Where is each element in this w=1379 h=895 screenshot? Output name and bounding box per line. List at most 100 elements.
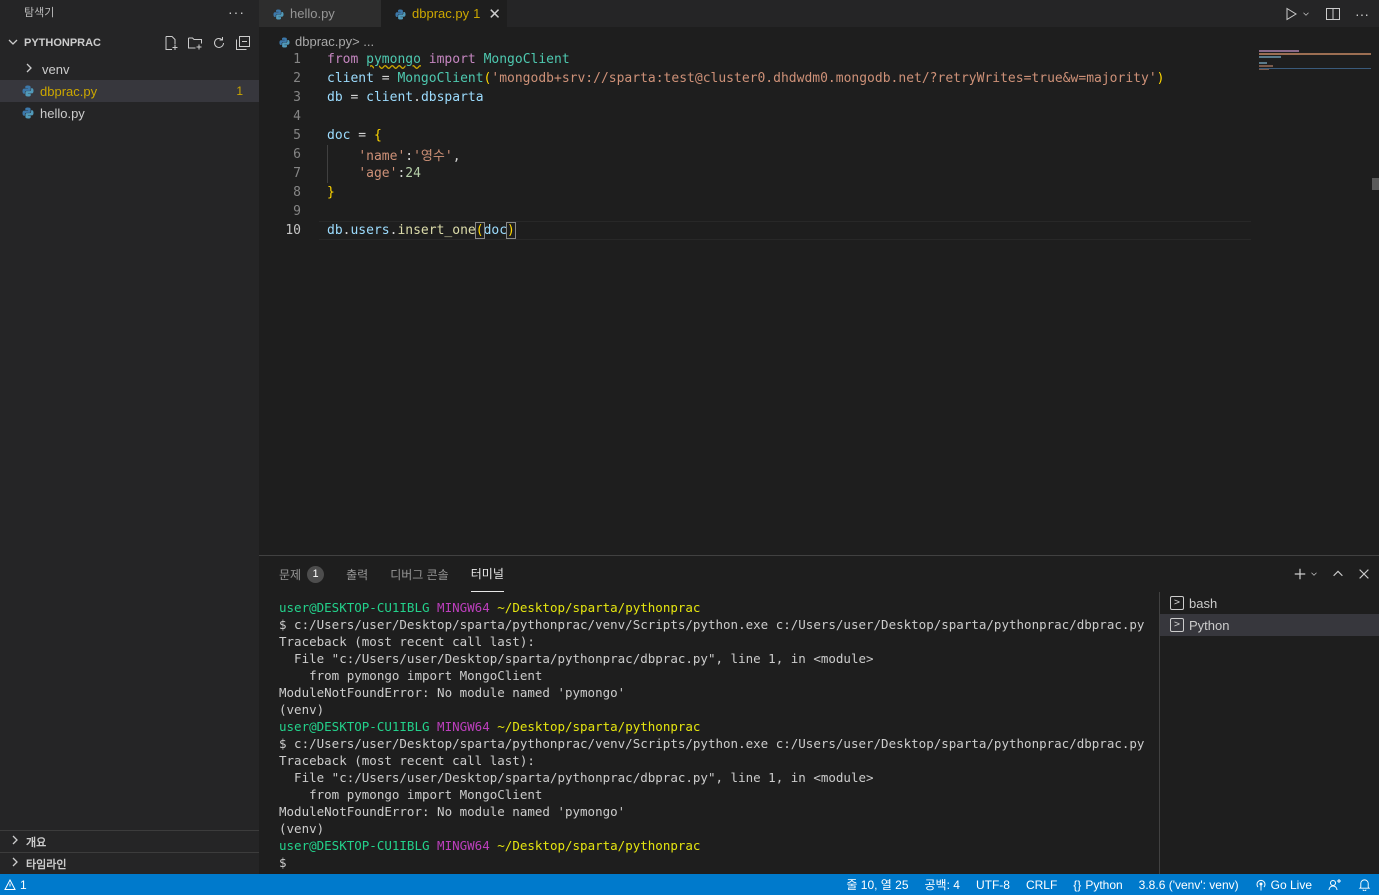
- terminal-name: bash: [1189, 595, 1218, 611]
- code-line: 2 client = MongoClient('mongodb+srv://sp…: [259, 69, 1359, 88]
- prompt-user: user@DESKTOP-CU1IBLG: [279, 838, 430, 853]
- close-icon[interactable]: ✕: [488, 5, 501, 23]
- minimap-line: [1259, 53, 1371, 55]
- tab-label: hello.py: [290, 6, 335, 21]
- terminal-prompt-line: user@DESKTOP-CU1IBLG MINGW64 ~/Desktop/s…: [279, 600, 1159, 617]
- code-text: client = MongoClient('mongodb+srv://spar…: [327, 71, 1165, 86]
- line-number: 10: [285, 223, 301, 238]
- terminal-output[interactable]: user@DESKTOP-CU1IBLG MINGW64 ~/Desktop/s…: [279, 600, 1159, 872]
- new-terminal-icon[interactable]: [1293, 567, 1307, 581]
- go-live-button[interactable]: Go Live: [1247, 878, 1320, 892]
- prompt-path: ~/Desktop/sparta/pythonprac: [497, 838, 701, 853]
- problems-count-badge: 1: [307, 565, 325, 583]
- encoding[interactable]: UTF-8: [968, 878, 1018, 892]
- tree-item-label: dbprac.py: [40, 83, 98, 99]
- timeline-section[interactable]: 타임라인: [0, 852, 259, 874]
- indentation[interactable]: 공백: 4: [917, 876, 968, 893]
- prompt-env: MINGW64: [437, 600, 490, 615]
- chevron-right-icon: [10, 835, 20, 848]
- terminal-item-bash[interactable]: > bash: [1160, 592, 1379, 614]
- minimap-viewport: [1259, 68, 1371, 69]
- terminal-icon: >: [1170, 618, 1184, 632]
- outline-section[interactable]: 개요: [0, 830, 259, 852]
- editor-scrollbar[interactable]: [1372, 178, 1379, 190]
- code-line: 5 doc = {: [259, 126, 1359, 145]
- problems-status[interactable]: 1: [0, 878, 27, 892]
- breadcrumb-separator[interactable]: > ...: [352, 34, 374, 49]
- tab-terminal[interactable]: 터미널: [470, 556, 504, 592]
- chevron-down-icon[interactable]: [1309, 567, 1319, 581]
- terminal-line: ModuleNotFoundError: No module named 'py…: [279, 804, 626, 819]
- python-interpreter[interactable]: 3.8.6 ('venv': venv): [1131, 878, 1247, 892]
- breadcrumb[interactable]: dbprac.py > ...: [259, 30, 374, 52]
- line-number: 6: [293, 147, 301, 162]
- code-editor[interactable]: 1 from pymongo import MongoClient 2 clie…: [259, 50, 1359, 550]
- line-number: 1: [293, 52, 301, 67]
- line-number: 3: [293, 90, 301, 105]
- end-of-line[interactable]: CRLF: [1018, 878, 1065, 892]
- terminal-line: (venv): [279, 702, 325, 717]
- split-editor-icon[interactable]: [1325, 6, 1341, 22]
- timeline-label: 타임라인: [26, 858, 67, 871]
- code-text: 'age':24: [358, 166, 421, 181]
- code-line: 6 'name':'영수',: [259, 145, 1359, 164]
- tab-label: 디버그 콘솔: [390, 567, 449, 582]
- tab-dbprac-py[interactable]: dbprac.py 1 ✕: [381, 0, 507, 27]
- close-panel-icon[interactable]: [1357, 567, 1371, 581]
- terminal-prompt-line: user@DESKTOP-CU1IBLG MINGW64 ~/Desktop/s…: [279, 719, 1159, 736]
- prompt-path: ~/Desktop/sparta/pythonprac: [497, 600, 701, 615]
- minimap-line: [1259, 50, 1299, 52]
- tree-item-venv[interactable]: venv: [0, 58, 259, 80]
- code-text: from pymongo import MongoClient: [327, 52, 570, 67]
- notifications-bell-icon[interactable]: [1350, 878, 1379, 891]
- terminal-name: Python: [1189, 617, 1230, 633]
- chevron-right-icon: [10, 857, 20, 870]
- tab-hello-py[interactable]: hello.py: [259, 0, 381, 27]
- code-text: db.users.insert_one(doc): [327, 222, 516, 239]
- cursor-position[interactable]: 줄 10, 열 25: [838, 876, 916, 893]
- panel-tabs: 문제 1 출력 디버그 콘솔 터미널: [259, 556, 1379, 592]
- code-text: db = client.dbsparta: [327, 90, 484, 105]
- feedback-icon[interactable]: [1320, 878, 1350, 892]
- collapse-all-icon[interactable]: [235, 35, 251, 51]
- python-file-icon: [22, 107, 34, 119]
- breadcrumb-file[interactable]: dbprac.py: [295, 34, 352, 49]
- tab-output[interactable]: 출력: [346, 556, 368, 592]
- tab-problems[interactable]: 문제 1: [279, 556, 325, 592]
- new-file-icon[interactable]: [163, 35, 179, 51]
- problems-count: 1: [20, 877, 27, 892]
- explorer-title: 탐색기: [24, 7, 55, 19]
- code-line: 3 db = client.dbsparta: [259, 88, 1359, 107]
- maximize-panel-icon[interactable]: [1331, 567, 1345, 581]
- language-mode[interactable]: {} Python: [1065, 878, 1130, 892]
- terminal-item-python[interactable]: > Python: [1160, 614, 1379, 636]
- terminal-line: Traceback (most recent call last):: [279, 634, 535, 649]
- code-line: 8 }: [259, 183, 1359, 202]
- minimap-line: [1259, 65, 1273, 67]
- refresh-icon[interactable]: [211, 35, 227, 51]
- line-number: 8: [293, 185, 301, 200]
- more-actions-icon[interactable]: ···: [228, 4, 245, 20]
- line-number: 5: [293, 128, 301, 143]
- tree-item-dbprac[interactable]: dbprac.py 1: [0, 80, 259, 102]
- language-label: Python: [1085, 877, 1123, 892]
- tab-label: 문제: [279, 567, 302, 582]
- run-icon[interactable]: [1283, 6, 1299, 22]
- chevron-down-icon: [8, 37, 24, 50]
- tab-debug-console[interactable]: 디버그 콘솔: [390, 556, 449, 592]
- problem-count-badge: 1: [236, 84, 243, 98]
- tab-problem-count: 1: [473, 6, 481, 21]
- tree-item-label: venv: [42, 61, 70, 77]
- new-folder-icon[interactable]: [187, 35, 203, 51]
- editor-tabbar: hello.py dbprac.py 1 ✕ ···: [259, 0, 1379, 27]
- terminal-line: $ c:/Users/user/Desktop/sparta/pythonpra…: [279, 617, 1145, 632]
- line-number: 4: [293, 109, 301, 124]
- terminal-line: File "c:/Users/user/Desktop/sparta/pytho…: [279, 770, 874, 785]
- terminal-line: from pymongo import MongoClient: [279, 668, 543, 683]
- tree-item-hello[interactable]: hello.py: [0, 102, 259, 124]
- tab-label: 출력: [346, 567, 369, 582]
- more-actions-icon[interactable]: ···: [1355, 6, 1369, 22]
- terminal-line: File "c:/Users/user/Desktop/sparta/pytho…: [279, 651, 874, 666]
- chevron-down-icon[interactable]: [1301, 6, 1311, 22]
- folder-section-header[interactable]: PYTHONPRAC: [0, 28, 259, 58]
